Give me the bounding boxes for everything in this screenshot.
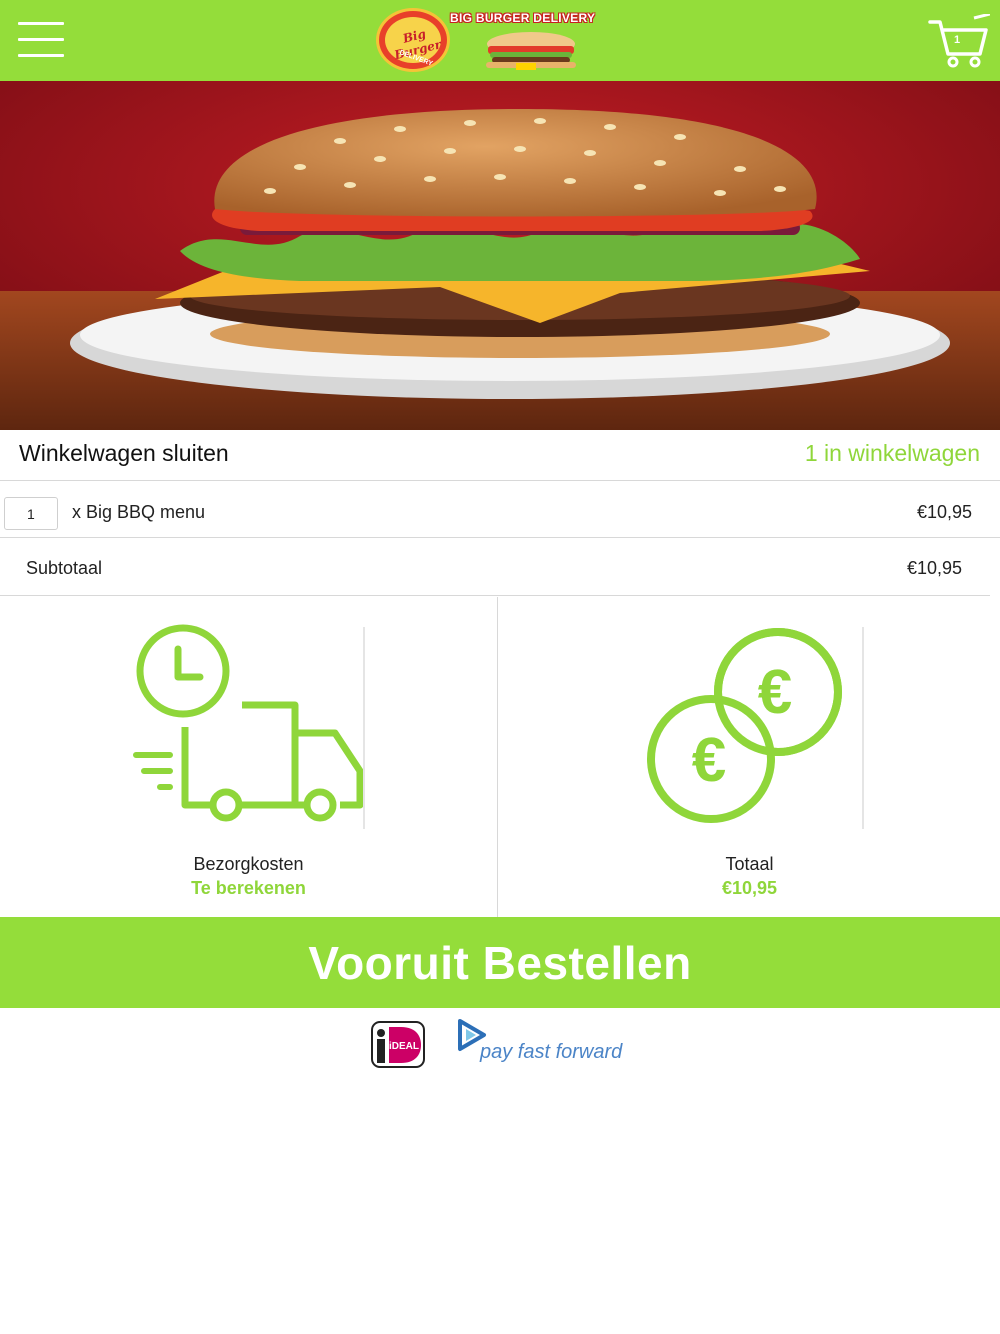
- hamburger-menu-icon[interactable]: [18, 22, 64, 58]
- delivery-truck-clock-icon: [133, 624, 365, 829]
- cart-item-name: x Big BBQ menu: [72, 502, 206, 522]
- pay-fast-forward-text: pay fast forward: [480, 1041, 623, 1063]
- logo-badge: Big Burger DELIVERY: [376, 8, 450, 72]
- cart-header-row: Winkelwagen sluiten 1 in winkelwagen: [0, 430, 1000, 481]
- subtotal-label: Subtotaal: [26, 558, 103, 578]
- logo-title: BIG BURGER DELIVERY: [450, 11, 596, 25]
- logo-burger-image: [486, 32, 576, 70]
- cart-status-text: 1 in winkelwagen: [804, 440, 980, 466]
- order-summary-panels: Bezorgkosten Te berekenen € € Totaal €10…: [0, 597, 1000, 917]
- delivery-cost-panel: Bezorgkosten Te berekenen: [0, 597, 498, 917]
- ideal-logo: iDEAL: [371, 1021, 425, 1068]
- cart-count-badge: 1: [953, 34, 961, 46]
- pay-fast-forward-logo: pay fast forward: [456, 1017, 636, 1069]
- close-cart-link[interactable]: Winkelwagen sluiten: [19, 440, 229, 467]
- order-ahead-button-label: Vooruit Bestellen: [308, 936, 692, 989]
- quantity-input[interactable]: [4, 497, 58, 530]
- hero-burger-image: [0, 81, 1000, 430]
- delivery-cost-label: Bezorgkosten: [193, 854, 304, 874]
- total-panel: € € Totaal €10,95: [499, 597, 1000, 917]
- svg-text:€: €: [692, 726, 726, 795]
- delivery-cost-value: Te berekenen: [191, 878, 306, 898]
- shopping-cart-icon[interactable]: 1: [928, 12, 991, 70]
- euro-coins-icon: € €: [647, 627, 864, 829]
- total-label: Totaal: [725, 854, 774, 874]
- cart-item-price: €10,95: [916, 502, 972, 522]
- total-value: €10,95: [721, 878, 778, 898]
- top-bar: Big Burger DELIVERY BIG BURGER DELIVERY …: [0, 0, 1000, 81]
- brand-logo[interactable]: Big Burger DELIVERY BIG BURGER DELIVERY: [376, 8, 626, 74]
- svg-text:€: €: [758, 658, 792, 727]
- cart-item-row: x Big BBQ menu €10,95: [0, 482, 1000, 538]
- subtotal-value: €10,95: [906, 558, 962, 578]
- subtotal-row: Subtotaal €10,95: [0, 539, 990, 596]
- order-ahead-button[interactable]: Vooruit Bestellen: [0, 917, 1000, 1008]
- ideal-logo-text: iDEAL: [389, 1041, 419, 1052]
